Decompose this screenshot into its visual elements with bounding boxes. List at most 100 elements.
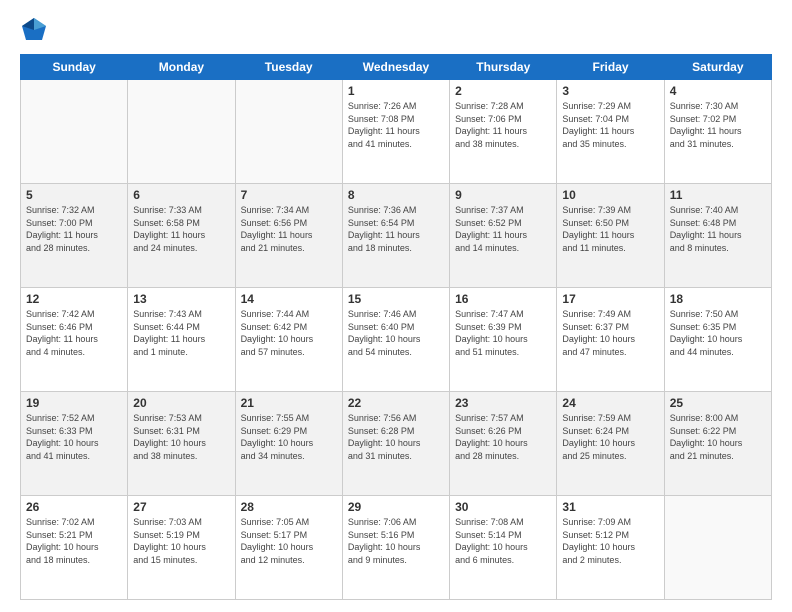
calendar-week-3: 12 Sunrise: 7:42 AM Sunset: 6:46 PM Dayli… [21, 288, 772, 392]
calendar-cell [21, 80, 128, 184]
day-info: Sunrise: 7:42 AM Sunset: 6:46 PM Dayligh… [26, 308, 122, 358]
col-header-wednesday: Wednesday [342, 55, 449, 80]
day-number: 25 [670, 396, 766, 410]
day-info: Sunrise: 7:44 AM Sunset: 6:42 PM Dayligh… [241, 308, 337, 358]
day-info: Sunrise: 7:26 AM Sunset: 7:08 PM Dayligh… [348, 100, 444, 150]
day-info: Sunrise: 7:06 AM Sunset: 5:16 PM Dayligh… [348, 516, 444, 566]
day-number: 4 [670, 84, 766, 98]
calendar-table: SundayMondayTuesdayWednesdayThursdayFrid… [20, 54, 772, 600]
calendar-cell: 24 Sunrise: 7:59 AM Sunset: 6:24 PM Dayli… [557, 392, 664, 496]
calendar-cell: 8 Sunrise: 7:36 AM Sunset: 6:54 PM Daylig… [342, 184, 449, 288]
calendar-cell: 22 Sunrise: 7:56 AM Sunset: 6:28 PM Dayli… [342, 392, 449, 496]
day-number: 18 [670, 292, 766, 306]
calendar-cell: 19 Sunrise: 7:52 AM Sunset: 6:33 PM Dayli… [21, 392, 128, 496]
calendar-cell: 31 Sunrise: 7:09 AM Sunset: 5:12 PM Dayli… [557, 496, 664, 600]
day-info: Sunrise: 7:34 AM Sunset: 6:56 PM Dayligh… [241, 204, 337, 254]
calendar-cell: 12 Sunrise: 7:42 AM Sunset: 6:46 PM Dayli… [21, 288, 128, 392]
day-number: 10 [562, 188, 658, 202]
day-number: 27 [133, 500, 229, 514]
day-info: Sunrise: 8:00 AM Sunset: 6:22 PM Dayligh… [670, 412, 766, 462]
day-info: Sunrise: 7:53 AM Sunset: 6:31 PM Dayligh… [133, 412, 229, 462]
day-number: 6 [133, 188, 229, 202]
day-info: Sunrise: 7:28 AM Sunset: 7:06 PM Dayligh… [455, 100, 551, 150]
calendar-cell: 17 Sunrise: 7:49 AM Sunset: 6:37 PM Dayli… [557, 288, 664, 392]
day-info: Sunrise: 7:46 AM Sunset: 6:40 PM Dayligh… [348, 308, 444, 358]
day-info: Sunrise: 7:05 AM Sunset: 5:17 PM Dayligh… [241, 516, 337, 566]
day-number: 15 [348, 292, 444, 306]
day-info: Sunrise: 7:08 AM Sunset: 5:14 PM Dayligh… [455, 516, 551, 566]
calendar-cell: 11Sunrise: 7:40 AM Sunset: 6:48 PM Dayli… [664, 184, 771, 288]
day-number: 22 [348, 396, 444, 410]
day-number: 2 [455, 84, 551, 98]
day-info: Sunrise: 7:33 AM Sunset: 6:58 PM Dayligh… [133, 204, 229, 254]
col-header-friday: Friday [557, 55, 664, 80]
calendar-cell: 6 Sunrise: 7:33 AM Sunset: 6:58 PM Daylig… [128, 184, 235, 288]
col-header-sunday: Sunday [21, 55, 128, 80]
day-number: 30 [455, 500, 551, 514]
day-info: Sunrise: 7:50 AM Sunset: 6:35 PM Dayligh… [670, 308, 766, 358]
page: SundayMondayTuesdayWednesdayThursdayFrid… [0, 0, 792, 612]
day-info: Sunrise: 7:59 AM Sunset: 6:24 PM Dayligh… [562, 412, 658, 462]
calendar-cell: 16 Sunrise: 7:47 AM Sunset: 6:39 PM Dayli… [450, 288, 557, 392]
col-header-monday: Monday [128, 55, 235, 80]
calendar-week-5: 26Sunrise: 7:02 AM Sunset: 5:21 PM Dayli… [21, 496, 772, 600]
day-number: 12 [26, 292, 122, 306]
day-number: 28 [241, 500, 337, 514]
calendar-cell: 5 Sunrise: 7:32 AM Sunset: 7:00 PM Daylig… [21, 184, 128, 288]
calendar-cell: 23Sunrise: 7:57 AM Sunset: 6:26 PM Dayli… [450, 392, 557, 496]
day-number: 14 [241, 292, 337, 306]
calendar-week-1: 1 Sunrise: 7:26 AM Sunset: 7:08 PM Daylig… [21, 80, 772, 184]
calendar-cell: 4Sunrise: 7:30 AM Sunset: 7:02 PM Daylig… [664, 80, 771, 184]
calendar-cell: 15 Sunrise: 7:46 AM Sunset: 6:40 PM Dayli… [342, 288, 449, 392]
day-number: 8 [348, 188, 444, 202]
day-info: Sunrise: 7:29 AM Sunset: 7:04 PM Dayligh… [562, 100, 658, 150]
day-number: 1 [348, 84, 444, 98]
calendar-cell: 28 Sunrise: 7:05 AM Sunset: 5:17 PM Dayli… [235, 496, 342, 600]
day-info: Sunrise: 7:52 AM Sunset: 6:33 PM Dayligh… [26, 412, 122, 462]
day-info: Sunrise: 7:09 AM Sunset: 5:12 PM Dayligh… [562, 516, 658, 566]
day-number: 29 [348, 500, 444, 514]
day-info: Sunrise: 7:36 AM Sunset: 6:54 PM Dayligh… [348, 204, 444, 254]
calendar-cell: 25 Sunrise: 8:00 AM Sunset: 6:22 PM Dayli… [664, 392, 771, 496]
day-number: 23 [455, 396, 551, 410]
day-info: Sunrise: 7:03 AM Sunset: 5:19 PM Dayligh… [133, 516, 229, 566]
calendar-cell: 29 Sunrise: 7:06 AM Sunset: 5:16 PM Dayli… [342, 496, 449, 600]
logo-icon [20, 16, 48, 44]
calendar-cell [128, 80, 235, 184]
calendar-cell: 18 Sunrise: 7:50 AM Sunset: 6:35 PM Dayli… [664, 288, 771, 392]
day-info: Sunrise: 7:55 AM Sunset: 6:29 PM Dayligh… [241, 412, 337, 462]
calendar-cell: 13 Sunrise: 7:43 AM Sunset: 6:44 PM Dayli… [128, 288, 235, 392]
day-number: 7 [241, 188, 337, 202]
calendar-cell: 9 Sunrise: 7:37 AM Sunset: 6:52 PM Daylig… [450, 184, 557, 288]
day-info: Sunrise: 7:43 AM Sunset: 6:44 PM Dayligh… [133, 308, 229, 358]
day-number: 16 [455, 292, 551, 306]
calendar-cell: 10Sunrise: 7:39 AM Sunset: 6:50 PM Dayli… [557, 184, 664, 288]
day-info: Sunrise: 7:56 AM Sunset: 6:28 PM Dayligh… [348, 412, 444, 462]
day-number: 20 [133, 396, 229, 410]
day-info: Sunrise: 7:49 AM Sunset: 6:37 PM Dayligh… [562, 308, 658, 358]
calendar-cell: 1 Sunrise: 7:26 AM Sunset: 7:08 PM Daylig… [342, 80, 449, 184]
calendar-cell: 20 Sunrise: 7:53 AM Sunset: 6:31 PM Dayli… [128, 392, 235, 496]
col-header-thursday: Thursday [450, 55, 557, 80]
calendar-cell: 26Sunrise: 7:02 AM Sunset: 5:21 PM Dayli… [21, 496, 128, 600]
day-number: 3 [562, 84, 658, 98]
calendar-cell: 7 Sunrise: 7:34 AM Sunset: 6:56 PM Daylig… [235, 184, 342, 288]
calendar-cell [235, 80, 342, 184]
day-number: 17 [562, 292, 658, 306]
col-header-saturday: Saturday [664, 55, 771, 80]
day-number: 21 [241, 396, 337, 410]
day-number: 9 [455, 188, 551, 202]
day-number: 13 [133, 292, 229, 306]
day-number: 11 [670, 188, 766, 202]
day-number: 26 [26, 500, 122, 514]
calendar-header-row: SundayMondayTuesdayWednesdayThursdayFrid… [21, 55, 772, 80]
day-info: Sunrise: 7:37 AM Sunset: 6:52 PM Dayligh… [455, 204, 551, 254]
header [20, 16, 772, 44]
day-number: 19 [26, 396, 122, 410]
calendar-week-4: 19 Sunrise: 7:52 AM Sunset: 6:33 PM Dayli… [21, 392, 772, 496]
day-number: 31 [562, 500, 658, 514]
day-info: Sunrise: 7:32 AM Sunset: 7:00 PM Dayligh… [26, 204, 122, 254]
day-number: 24 [562, 396, 658, 410]
day-info: Sunrise: 7:47 AM Sunset: 6:39 PM Dayligh… [455, 308, 551, 358]
day-number: 5 [26, 188, 122, 202]
